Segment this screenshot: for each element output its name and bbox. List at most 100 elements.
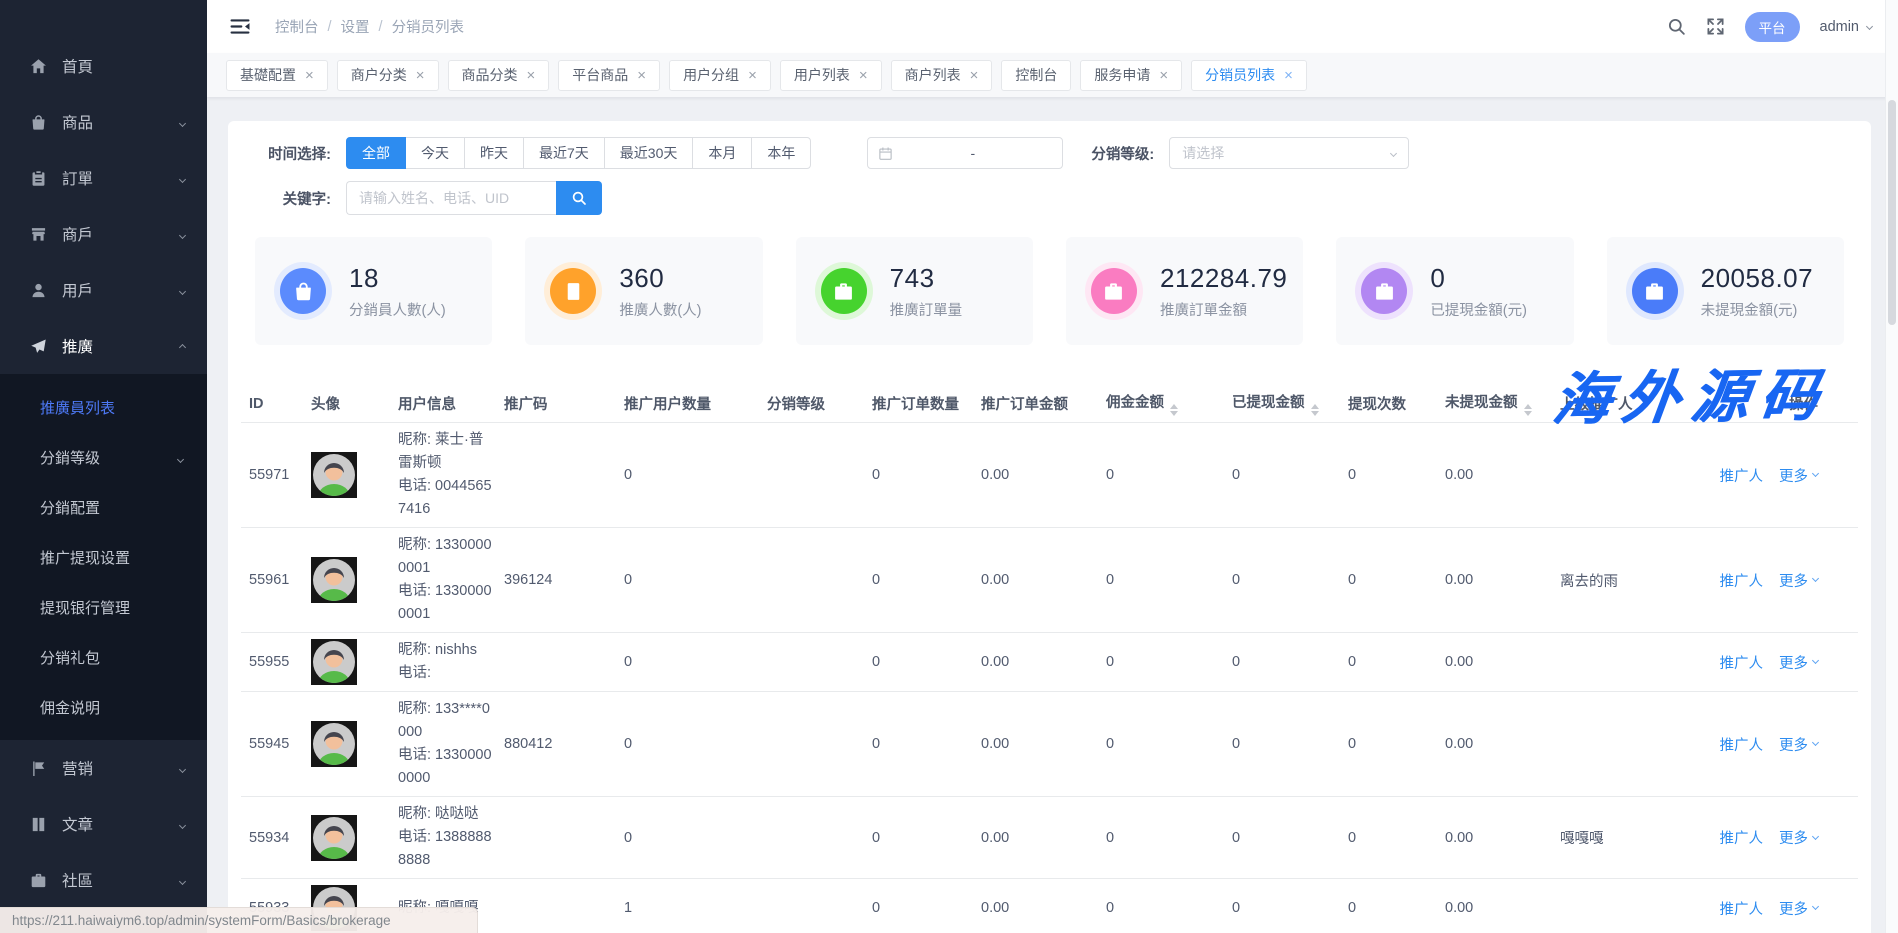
tab-basic-config[interactable]: 基礎配置× (226, 60, 328, 91)
close-icon[interactable]: × (859, 68, 868, 83)
sidebar-item-label: 分銷配置 (40, 497, 100, 518)
tab-console[interactable]: 控制台 (1001, 60, 1071, 91)
level-select[interactable]: 请选择 (1169, 137, 1409, 169)
close-icon[interactable]: × (1159, 68, 1168, 83)
sidebar-item-distribution-gift[interactable]: 分销礼包 (0, 632, 207, 682)
sort-icon[interactable] (1524, 404, 1532, 416)
menu-collapse-icon[interactable] (229, 17, 251, 36)
cell-order_count: 0 (872, 830, 981, 846)
cell-commission: 0 (1106, 654, 1232, 670)
avatar (311, 452, 357, 498)
close-icon[interactable]: × (527, 68, 536, 83)
action-more-link[interactable]: 更多 (1779, 734, 1818, 755)
stat-value: 0 (1430, 263, 1527, 294)
sidebar-item-goods[interactable]: 商品 (0, 94, 207, 150)
sidebar-item-orders[interactable]: 訂單 (0, 150, 207, 206)
close-icon[interactable]: × (748, 68, 757, 83)
sidebar-item-commission-notes[interactable]: 佣金说明 (0, 682, 207, 732)
sort-icon[interactable] (1170, 404, 1178, 416)
chevron-down-icon (179, 176, 186, 183)
vertical-scrollbar[interactable] (1885, 0, 1898, 933)
platform-badge[interactable]: 平台 (1745, 12, 1800, 42)
sort-icon[interactable] (1311, 404, 1319, 416)
cell-unwithdrawn: 0.00 (1445, 830, 1560, 846)
column-header-order_amount: 推广订单金额 (981, 393, 1106, 414)
order-icon (30, 170, 47, 187)
sidebar-item-merchants[interactable]: 商戶 (0, 206, 207, 262)
sidebar-item-label: 推廣員列表 (40, 397, 115, 418)
main-area: 控制台/设置/分销员列表 平台 admin 基礎配置×商户分类×商品分类×平台商… (207, 0, 1898, 933)
tab-user-groups[interactable]: 用户分组× (669, 60, 771, 91)
fullscreen-icon[interactable] (1706, 17, 1725, 36)
time-filter-option-6[interactable]: 本年 (751, 137, 811, 169)
close-icon[interactable]: × (416, 68, 425, 83)
tab-user-list[interactable]: 用户列表× (780, 60, 882, 91)
sidebar-item-marketing[interactable]: 营销 (0, 740, 207, 796)
sidebar-item-articles[interactable]: 文章 (0, 796, 207, 852)
breadcrumb-item[interactable]: 控制台 (275, 16, 319, 37)
cell-withdrawn: 0 (1232, 900, 1348, 916)
close-icon[interactable]: × (970, 68, 979, 83)
action-more-link[interactable]: 更多 (1779, 465, 1818, 486)
tab-merchant-list[interactable]: 商户列表 × (891, 60, 993, 91)
tab-goods-category[interactable]: 商品分类× (448, 60, 550, 91)
breadcrumb-item[interactable]: 分销员列表 (392, 16, 465, 37)
time-filter-option-3[interactable]: 最近7天 (523, 137, 605, 169)
cell-users: 0 (624, 736, 767, 752)
time-filter-option-2[interactable]: 昨天 (464, 137, 524, 169)
user-menu[interactable]: admin (1820, 19, 1873, 35)
cell-userinfo: 昵称: 133****0000电话: 13300000000 (398, 698, 504, 790)
chevron-down-icon (179, 232, 186, 239)
breadcrumb-item[interactable]: 设置 (341, 16, 370, 37)
tab-merchant-category[interactable]: 商户分类× (337, 60, 439, 91)
tab-service-apply[interactable]: 服务申请× (1080, 60, 1182, 91)
close-icon[interactable]: × (305, 68, 314, 83)
action-promoter-link[interactable]: 推广人 (1720, 898, 1764, 919)
tab-distributor-list[interactable]: 分销员列表× (1191, 60, 1307, 91)
column-header-unwithdrawn[interactable]: 未提现金额 (1445, 391, 1560, 416)
chevron-down-icon (179, 288, 186, 295)
search-button[interactable] (556, 181, 602, 215)
time-filter-option-5[interactable]: 本月 (692, 137, 752, 169)
cell-parent: 离去的雨 (1560, 570, 1680, 591)
action-more-link[interactable]: 更多 (1779, 898, 1818, 919)
action-promoter-link[interactable]: 推广人 (1720, 652, 1764, 673)
cell-userinfo: 昵称: 莱士·普雷斯顿电话: 00445657416 (398, 429, 504, 521)
sidebar-item-withdraw-settings[interactable]: 推广提现设置 (0, 532, 207, 582)
action-promoter-link[interactable]: 推广人 (1720, 827, 1764, 848)
time-filter-option-1[interactable]: 今天 (405, 137, 465, 169)
sidebar-item-distribution-level[interactable]: 分銷等级 (0, 432, 207, 482)
column-header-withdrawn[interactable]: 已提现金额 (1232, 391, 1348, 416)
sidebar-item-withdraw-banks[interactable]: 提现银行管理 (0, 582, 207, 632)
sidebar-item-promoter-list[interactable]: 推廣員列表 (0, 382, 207, 432)
chevron-down-icon (1866, 23, 1873, 30)
close-icon[interactable]: × (637, 68, 646, 83)
avatar (311, 557, 357, 603)
time-filter-option-4[interactable]: 最近30天 (604, 137, 694, 169)
sidebar-item-label: 用戶 (62, 279, 93, 301)
sidebar-item-users[interactable]: 用戶 (0, 262, 207, 318)
action-promoter-link[interactable]: 推广人 (1720, 570, 1764, 591)
time-filter-group: 全部今天昨天最近7天最近30天本月本年 (346, 137, 811, 169)
tab-platform-goods[interactable]: 平台商品× (558, 60, 660, 91)
action-more-link[interactable]: 更多 (1779, 827, 1818, 848)
search-icon[interactable] (1667, 17, 1686, 36)
action-promoter-link[interactable]: 推广人 (1720, 734, 1764, 755)
sidebar-item-community[interactable]: 社區 (0, 852, 207, 908)
sidebar-item-home[interactable]: 首頁 (0, 38, 207, 94)
column-header-commission[interactable]: 佣金金额 (1106, 391, 1232, 416)
tab-label: 商户列表 (905, 65, 961, 85)
action-promoter-link[interactable]: 推广人 (1720, 465, 1764, 486)
cell-users: 0 (624, 467, 767, 483)
scrollbar-thumb[interactable] (1888, 100, 1896, 325)
sidebar-item-promotion[interactable]: 推廣 (0, 318, 207, 374)
time-filter-option-0[interactable]: 全部 (346, 137, 406, 169)
date-range-input[interactable]: - (867, 137, 1063, 169)
sidebar-item-distribution-config[interactable]: 分銷配置 (0, 482, 207, 532)
action-more-link[interactable]: 更多 (1779, 652, 1818, 673)
close-icon[interactable]: × (1284, 68, 1293, 83)
stat-card-promo-order-amount: 212284.79推廣訂單金額 (1066, 237, 1303, 345)
keyword-input[interactable] (346, 181, 556, 215)
column-header-avatar: 头像 (311, 393, 398, 414)
action-more-link[interactable]: 更多 (1779, 570, 1818, 591)
